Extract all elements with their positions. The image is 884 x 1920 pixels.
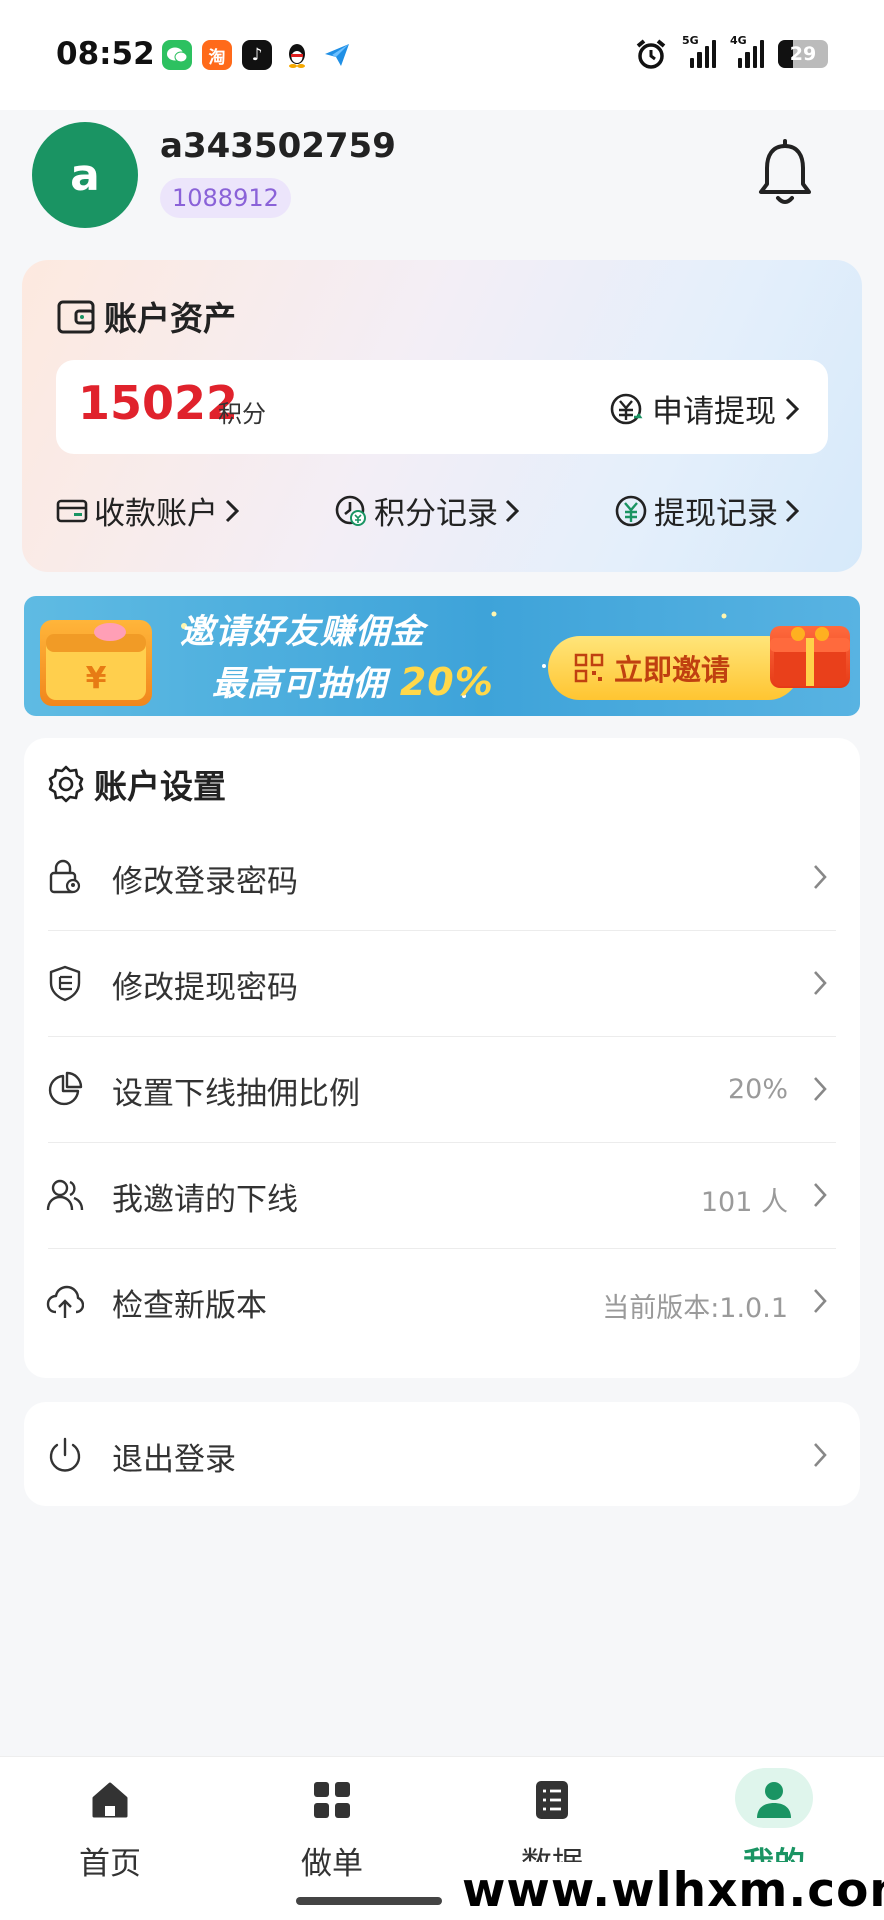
my-invitees-row[interactable]: 我邀请的下线 101 人 <box>24 1142 860 1248</box>
users-icon <box>46 1179 84 1211</box>
nav-orders[interactable]: 做单 <box>252 1768 412 1888</box>
withdraw-record-link[interactable]: 提现记录 <box>614 488 800 533</box>
invite-now-label: 立即邀请 <box>614 653 731 687</box>
logout-row[interactable]: 退出登录 <box>24 1402 860 1508</box>
taobao-icon: 淘 <box>202 40 232 70</box>
avatar[interactable]: a <box>32 122 138 228</box>
receiving-account-link[interactable]: 收款账户 <box>56 488 240 533</box>
points-unit: 积分 <box>218 400 266 428</box>
chevron-right-icon <box>814 1443 827 1467</box>
cloud-upload-icon <box>46 1285 84 1318</box>
clock-yuan-icon <box>335 495 366 526</box>
username: a343502759 <box>160 126 396 166</box>
qrcode-icon <box>574 653 604 683</box>
banner-subline: 最高可抽佣 20% <box>212 660 494 704</box>
chevron-right-icon <box>505 499 520 522</box>
battery-indicator: 29 <box>778 40 828 68</box>
points-balance: 15022 <box>78 376 239 430</box>
chevron-right-icon <box>814 865 827 889</box>
signal-5g-icon: 5G <box>682 34 716 68</box>
qq-icon <box>282 40 312 70</box>
wechat-icon <box>162 40 192 70</box>
banner-percent: 20% <box>399 660 494 704</box>
notification-bell-icon[interactable] <box>752 138 818 208</box>
points-record-link[interactable]: 积分记录 <box>334 488 520 533</box>
pie-chart-icon <box>48 1071 83 1106</box>
chevron-right-icon <box>785 397 800 420</box>
chevron-right-icon <box>814 971 827 995</box>
settings-header: 账户设置 <box>46 760 226 808</box>
wallet-icon <box>57 300 95 334</box>
apply-withdraw-label: 申请提现 <box>652 394 776 430</box>
svg-text:¥: ¥ <box>86 661 107 696</box>
tiktok-icon: ♪ <box>242 40 272 70</box>
change-login-password-row[interactable]: 修改登录密码 <box>24 824 860 930</box>
grid-icon <box>314 1782 350 1818</box>
banner-headline: 邀请好友赚佣金 <box>180 612 425 652</box>
status-notification-icons: 淘 ♪ <box>162 40 352 70</box>
chevron-right-icon <box>225 499 240 522</box>
apply-withdraw-button[interactable]: 申请提现 <box>608 386 800 431</box>
shield-icon <box>49 965 81 1002</box>
send-icon <box>322 40 352 70</box>
nav-home[interactable]: 首页 <box>30 1768 190 1888</box>
commission-ratio-row[interactable]: 设置下线抽佣比例 20% <box>24 1036 860 1142</box>
lock-person-icon <box>49 859 81 894</box>
check-update-row[interactable]: 检查新版本 当前版本:1.0.1 <box>24 1248 860 1354</box>
status-time: 08:52 <box>56 36 155 72</box>
alarm-icon <box>636 39 666 69</box>
watermark: www.wlhxm.com <box>456 1862 884 1920</box>
power-icon <box>49 1437 81 1472</box>
user-id-badge: 1088912 <box>160 178 291 218</box>
change-withdraw-password-row[interactable]: 修改提现密码 <box>24 930 860 1036</box>
status-system-icons: 5G 4G 29 <box>634 34 828 70</box>
status-bar: 08:52 淘 ♪ 5G 4G 29 <box>0 0 884 110</box>
gear-icon <box>48 765 84 803</box>
invite-now-button[interactable]: 立即邀请 <box>548 636 800 700</box>
list-document-icon <box>536 1781 568 1819</box>
yuan-circle-icon <box>615 495 647 526</box>
chevron-right-icon <box>785 499 800 522</box>
nav-orders-label: 做单 <box>301 1846 363 1882</box>
home-icon <box>92 1782 128 1818</box>
yuan-exchange-icon <box>610 393 643 424</box>
signal-4g-icon: 4G <box>730 34 764 68</box>
gift-box-icon <box>770 626 850 688</box>
assets-title: 账户资产 <box>104 299 236 338</box>
wallet-coin-icon: ¥ <box>40 620 152 706</box>
user-icon <box>757 1782 791 1818</box>
gesture-home-bar[interactable] <box>296 1897 442 1905</box>
settings-title: 账户设置 <box>94 767 226 806</box>
card-icon <box>56 499 88 522</box>
chevron-right-icon <box>814 1183 827 1207</box>
chevron-right-icon <box>814 1289 827 1313</box>
chevron-right-icon <box>814 1077 827 1101</box>
nav-home-label: 首页 <box>79 1846 141 1882</box>
assets-header: 账户资产 <box>56 292 236 340</box>
